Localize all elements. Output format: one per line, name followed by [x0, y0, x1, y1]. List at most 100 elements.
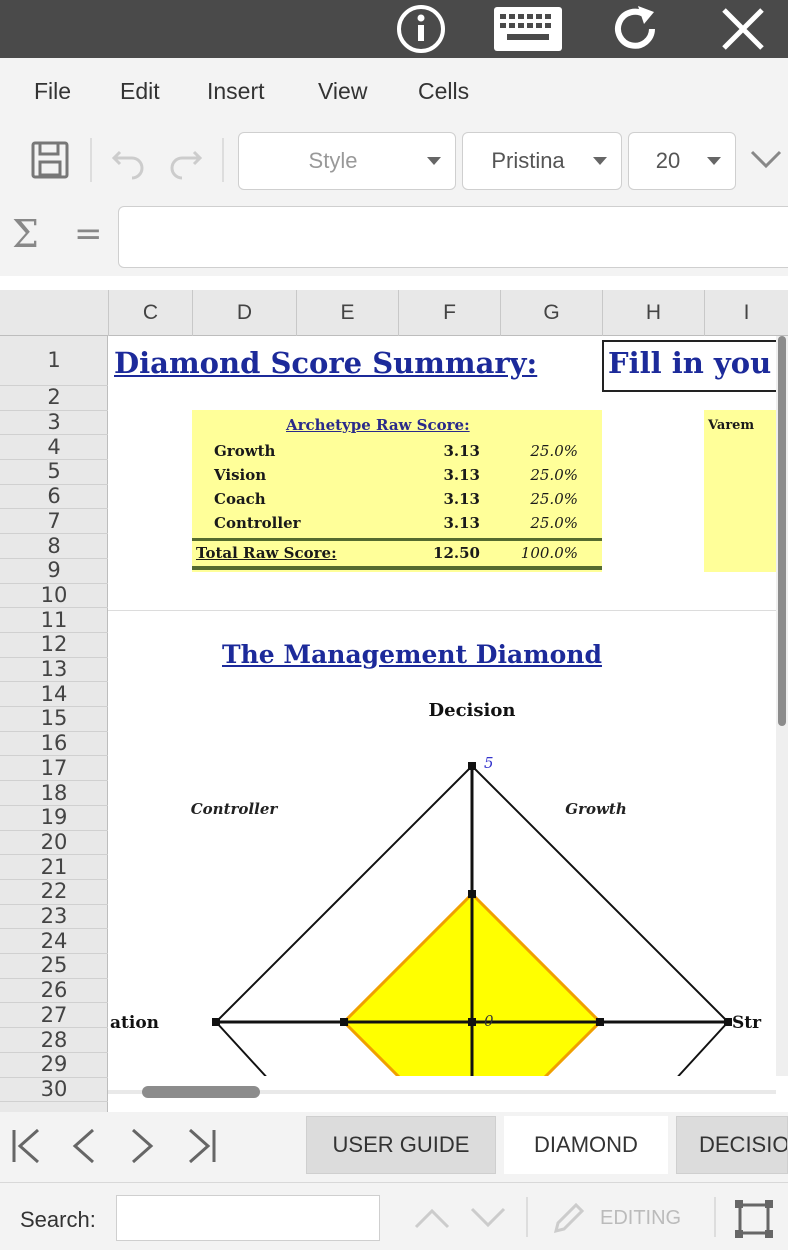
row-header[interactable]: 12 [0, 633, 108, 658]
spreadsheet-grid[interactable]: C D E F G H I 1 2 3 4 5 6 7 8 9 10 11 12 13 14 15 16 17 1… [0, 290, 788, 1112]
cell-area[interactable]: Diamond Score Summary: Fill in you Arche… [108, 336, 788, 1112]
row-header[interactable]: 7 [0, 510, 108, 535]
last-sheet-icon[interactable] [182, 1126, 222, 1166]
row-header[interactable]: 25 [0, 954, 108, 979]
row-header[interactable]: 2 [0, 386, 108, 411]
row-header[interactable]: 30 [0, 1078, 108, 1103]
row-header[interactable]: 24 [0, 929, 108, 955]
menu-view[interactable]: View [318, 78, 367, 105]
horizontal-scrollbar[interactable] [108, 1076, 776, 1112]
row-header[interactable]: 22 [0, 880, 108, 905]
row-header[interactable]: 23 [0, 905, 108, 930]
diamond-frame-lower-left [215, 1021, 272, 1083]
tick-label-center: 0 [484, 1012, 494, 1030]
column-header[interactable]: F [398, 290, 500, 336]
equals-icon[interactable]: = [74, 214, 103, 254]
column-header[interactable]: H [602, 290, 704, 336]
column-header[interactable]: G [500, 290, 602, 336]
style-select[interactable]: Style [238, 132, 456, 190]
status-divider [714, 1197, 716, 1237]
row-header[interactable]: 26 [0, 979, 108, 1004]
management-diamond-chart: Decision ation Str Controller Growth 5 0 [110, 700, 762, 1112]
row-header[interactable]: 20 [0, 831, 108, 856]
font-size-value: 20 [655, 148, 681, 173]
tab-diamond[interactable]: DIAMOND [504, 1116, 668, 1174]
row-header[interactable]: 17 [0, 757, 108, 782]
formula-input[interactable] [118, 206, 788, 268]
row-header[interactable]: 4 [0, 435, 108, 461]
column-header[interactable]: D [192, 290, 296, 336]
spacer [0, 276, 788, 290]
row-header[interactable]: 1 [0, 336, 108, 386]
previous-sheet-icon[interactable] [64, 1126, 104, 1166]
chevron-down-icon [427, 157, 441, 165]
row-header[interactable]: 18 [0, 781, 108, 806]
menu-cells[interactable]: Cells [418, 78, 469, 105]
first-sheet-icon[interactable] [6, 1126, 46, 1166]
quadrant-label-controller: Controller [191, 800, 279, 818]
font-size-select[interactable]: 20 [628, 132, 736, 190]
row-header[interactable]: 13 [0, 658, 108, 683]
toolbar: Style Pristina 20 [0, 130, 788, 198]
point-marker [596, 1018, 604, 1026]
undo-icon[interactable] [108, 140, 148, 184]
save-icon[interactable] [30, 140, 70, 184]
row-header[interactable]: 6 [0, 485, 108, 510]
center-marker [468, 1018, 476, 1026]
horizontal-scroll-thumb[interactable] [142, 1086, 260, 1098]
tab-decision[interactable]: DECISIO [676, 1116, 788, 1174]
vertical-scroll-thumb[interactable] [778, 336, 786, 726]
corner-cell[interactable] [0, 290, 108, 336]
pencil-icon [548, 1199, 588, 1243]
toolbar-divider [222, 138, 224, 182]
row-header[interactable]: 21 [0, 855, 108, 880]
right-marker [724, 1018, 732, 1026]
menu-bar: File Edit Insert View Cells [0, 58, 788, 130]
status-bar: Search: EDITING [0, 1182, 788, 1250]
row-header[interactable]: 29 [0, 1053, 108, 1078]
keyboard-icon[interactable] [493, 0, 563, 58]
search-down-icon[interactable] [468, 1203, 508, 1237]
toolbar-divider [90, 138, 92, 182]
row-header[interactable]: 15 [0, 707, 108, 732]
font-select-value: Pristina [491, 148, 565, 173]
next-sheet-icon[interactable] [122, 1126, 162, 1166]
sigma-icon[interactable]: Σ [12, 212, 39, 256]
toolbar-expand-icon[interactable] [748, 144, 784, 178]
column-header[interactable]: I [704, 290, 788, 336]
tab-user-guide[interactable]: USER GUIDE [306, 1116, 496, 1174]
menu-insert[interactable]: Insert [207, 78, 265, 105]
sheet-tab-bar: USER GUIDE DIAMOND DECISIO [0, 1112, 788, 1182]
search-input[interactable] [116, 1195, 380, 1241]
column-header[interactable]: E [296, 290, 398, 336]
search-up-icon[interactable] [412, 1203, 452, 1237]
axis-label-left: ation [110, 1013, 159, 1033]
row-header[interactable]: 10 [0, 584, 108, 609]
font-select[interactable]: Pristina [462, 132, 622, 190]
row-header[interactable]: 19 [0, 806, 108, 831]
quadrant-label-growth: Growth [565, 800, 626, 818]
row-header[interactable]: 11 [0, 608, 108, 633]
row-header[interactable]: 8 [0, 534, 108, 559]
menu-file[interactable]: File [34, 78, 71, 105]
vertical-scrollbar[interactable] [776, 336, 788, 1076]
editing-status[interactable]: EDITING [600, 1207, 681, 1230]
max-marker [468, 762, 476, 770]
redo-icon[interactable] [166, 140, 206, 184]
menu-edit[interactable]: Edit [120, 78, 160, 105]
row-header[interactable]: 16 [0, 732, 108, 757]
chevron-down-icon [707, 157, 721, 165]
info-icon[interactable] [386, 0, 456, 58]
column-header[interactable]: C [108, 290, 192, 336]
close-icon[interactable] [708, 0, 778, 58]
row-header[interactable]: 14 [0, 682, 108, 708]
row-header[interactable]: 3 [0, 411, 108, 436]
row-header[interactable]: 27 [0, 1004, 108, 1029]
row-header[interactable]: 5 [0, 460, 108, 485]
refresh-icon[interactable] [600, 0, 670, 58]
fullscreen-icon[interactable] [732, 1197, 776, 1245]
point-marker [468, 890, 476, 898]
row-header[interactable]: 9 [0, 559, 108, 584]
row-header[interactable]: 28 [0, 1028, 108, 1053]
point-marker [340, 1018, 348, 1026]
